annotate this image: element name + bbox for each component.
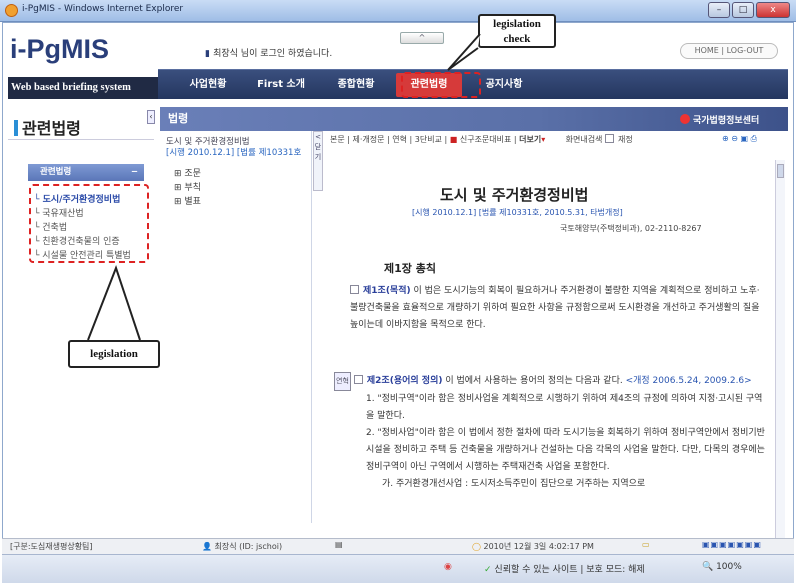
highlight-sidebar-menu (29, 184, 149, 263)
ie-icon (5, 4, 18, 17)
close-button[interactable]: x (756, 2, 790, 18)
tree-item-tables[interactable]: ⊞ 별표 (174, 194, 201, 207)
zoom-level[interactable]: 🔍 100% (702, 562, 742, 572)
welcome-message: ▮ 최장식 님이 로그인 하였습니다. (205, 46, 332, 59)
callout-pointer-check (447, 33, 481, 71)
clock-icon: ◯ (472, 542, 481, 551)
tool-icons: ⊕ ⊖ ▣ ⎙ (722, 134, 796, 154)
save-icon[interactable]: ▣ (741, 134, 749, 143)
zoom-out-icon[interactable]: ⊖ (731, 134, 738, 143)
law-center-emblem-icon (680, 114, 690, 124)
nav-item-notices[interactable]: 공지사항 (474, 70, 534, 100)
law-center-logo[interactable]: 국가법령정보센터 (680, 113, 759, 126)
home-logout-button[interactable]: HOME | LOG-OUT (680, 43, 778, 59)
protected-mode-icon: ◉ (444, 562, 452, 572)
sidebar-menu-header[interactable]: 관련법령 − (28, 164, 144, 181)
tagline: Web based briefing system (8, 77, 158, 99)
toolbar-links[interactable]: 본문 | 제·개정문 | 연혁 | 3단비교 | (330, 135, 447, 144)
article-1: 제1조(목적) 이 법은 도시기능의 회복이 필요하거나 주거환경이 불량한 지… (350, 283, 766, 334)
window-controls: – □ x (708, 2, 790, 18)
article-1-heading: 제1조(목적) (363, 286, 411, 296)
browser-statusbar: ◉ ✓ 신뢰할 수 있는 사이트 | 보호 모드: 해제 🔍 100% (2, 554, 794, 583)
nav-item-first-intro[interactable]: First 소개 (246, 70, 316, 100)
law-tree-title[interactable]: 도시 및 주거환경정비법 [시행 2010.12.1] [법률 제10331호 (166, 137, 301, 159)
app-statusbar: [구분:도심재생평상황팀] 👤 최장식 (ID: jschoi) ▤ ◯ 201… (2, 538, 794, 554)
chapter-heading: 제1장 총칙 (384, 262, 436, 275)
toolbar-new-old-compare[interactable]: 신구조문대비표 (460, 135, 512, 144)
trusted-site-status[interactable]: ✓ 신뢰할 수 있는 사이트 | 보호 모드: 해제 (484, 562, 645, 575)
doc-icon[interactable]: ▤ (335, 540, 343, 549)
article-2-item-2: 2. "정비사업"이라 함은 이 법에서 정한 절차에 따라 도시기능을 회복하… (366, 428, 765, 472)
nav-item-business-status[interactable]: 사업현황 (180, 70, 236, 100)
tree-item-addenda[interactable]: ⊞ 부칙 (174, 180, 201, 193)
toolbar-more[interactable]: 더보기 (519, 135, 541, 144)
doc-toolbar: 본문 | 제·개정문 | 연혁 | 3단비교 | ■ 신구조문대비표 | 더보기… (330, 134, 633, 144)
toolbar-checkbox[interactable] (604, 134, 614, 143)
doc-ministry: 국토해양부(주택정비과), 02-2110-8267 (560, 224, 702, 233)
sidebar-title: 관련법령 (14, 115, 81, 139)
article-1-checkbox[interactable] (350, 285, 359, 294)
status-department: [구분:도심재생평상황팀] (10, 542, 93, 551)
new-old-compare-icon: ■ (449, 135, 458, 144)
highlight-nav-legislation (401, 72, 481, 98)
window-layout-icons[interactable]: ▣▣▣▣▣▣▣ (702, 540, 762, 549)
window-title: i-PgMIS - Windows Internet Explorer (22, 4, 184, 14)
doc-scrollbar[interactable] (775, 160, 785, 538)
article-2-checkbox[interactable] (353, 375, 363, 384)
toolbar-search[interactable]: 화면내검색 (566, 135, 603, 144)
app-logo[interactable]: i-PgMIS (10, 34, 109, 65)
doc-title: 도시 및 주거환경정비법 (440, 186, 589, 204)
doc-subtitle[interactable]: [시행 2010.12.1] [법률 제10331호, 2010.5.31, 타… (412, 207, 623, 218)
article-2-amendment-link[interactable]: <개정 2006.5.24, 2009.2.6> (626, 376, 752, 386)
article-2-heading: 제2조(용어의 정의) (366, 376, 443, 386)
check-icon: ✓ (484, 565, 492, 575)
sidebar-toggle-button[interactable]: ‹ (147, 110, 155, 124)
minus-icon[interactable]: − (131, 164, 138, 181)
tree-collapse-button[interactable]: < 닫기 (313, 131, 323, 191)
article-2-body: 이 법에서 사용하는 용어의 정의는 다음과 같다. (445, 376, 623, 386)
history-tag[interactable]: 연혁 (334, 372, 351, 391)
status-user: 👤 최장식 (ID: jschoi) (202, 542, 283, 551)
status-datetime: ◯ 2010년 12월 3일 4:02:17 PM (472, 542, 594, 551)
callout-legislation: legislation (68, 340, 160, 368)
welcome-text: 최장식 님이 로그인 하였습니다. (213, 49, 333, 59)
minimize-button[interactable]: – (708, 2, 730, 18)
sidebar-divider (8, 139, 154, 140)
maximize-button[interactable]: □ (732, 2, 754, 18)
battery-icon: ▭ (642, 540, 650, 549)
article-2-item-1: 1. "정비구역"이라 함은 정비사업을 계획적으로 시행하기 위하여 제4조의… (366, 394, 763, 421)
bullet-icon: ▮ (205, 49, 214, 59)
tree-item-articles[interactable]: ⊞ 조문 (174, 166, 201, 179)
zoom-in-icon[interactable]: ⊕ (722, 134, 729, 143)
article-1-body: 이 법은 도시기능의 회복이 필요하거나 주거환경이 불량한 지역을 계획적으로… (350, 286, 760, 330)
scrollbar-thumb[interactable] (777, 164, 784, 178)
article-2-item-2a: 가. 주거환경개선사업 : 도시저소득주민이 집단으로 거주하는 지역으로 (382, 479, 646, 489)
callout-pointer-legislation (87, 265, 141, 341)
print-icon[interactable]: ⎙ (751, 134, 757, 143)
header-collapse-button[interactable]: ^ (400, 32, 444, 44)
article-2: 연혁 제2조(용어의 정의) 이 법에서 사용하는 용어의 정의는 다음과 같다.… (334, 372, 766, 493)
toolbar-checkbox-label: 재정 (617, 135, 633, 144)
nav-item-overall-status[interactable]: 종합현황 (326, 70, 386, 100)
